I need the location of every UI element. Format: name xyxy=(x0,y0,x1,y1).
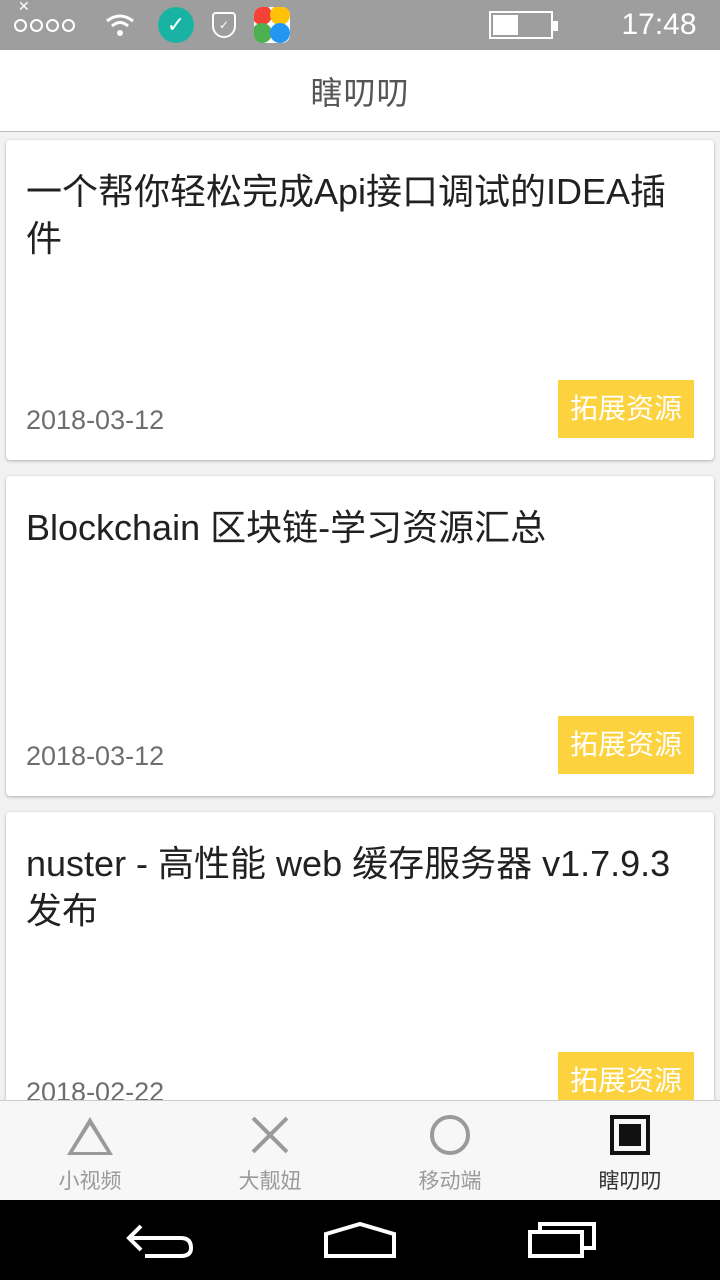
system-nav-bar xyxy=(0,1200,720,1280)
article-feed[interactable]: 一个帮你轻松完成Api接口调试的IDEA插件 2018-03-12 拓展资源 B… xyxy=(0,132,720,1100)
article-title[interactable]: Blockchain 区块链-学习资源汇总 xyxy=(26,504,696,551)
tab-girls[interactable]: 大靓妞 xyxy=(180,1101,360,1201)
square-icon xyxy=(606,1113,654,1159)
tag-button[interactable]: 拓展资源 xyxy=(557,380,694,438)
shield-icon: ✓ xyxy=(208,0,240,50)
app-header: 瞎叨叨 xyxy=(0,50,720,132)
circle-icon xyxy=(426,1113,474,1159)
article-card[interactable]: nuster - 高性能 web 缓存服务器 v1.7.9.3发布 2018-0… xyxy=(6,812,714,1100)
article-card[interactable]: Blockchain 区块链-学习资源汇总 2018-03-12 拓展资源 xyxy=(6,476,714,796)
article-date: 2018-03-12 xyxy=(26,405,165,435)
status-bar: ✕ ✓ ✓ 17:48 xyxy=(0,0,720,50)
article-card[interactable]: 一个帮你轻松完成Api接口调试的IDEA插件 2018-03-12 拓展资源 xyxy=(6,140,714,460)
recents-icon[interactable] xyxy=(512,1200,612,1280)
tab-label: 小视频 xyxy=(58,1169,122,1193)
app-icon xyxy=(252,0,292,50)
status-time: 17:48 xyxy=(621,8,697,41)
tag-button[interactable]: 拓展资源 xyxy=(557,1052,694,1100)
tag-button[interactable]: 拓展资源 xyxy=(557,716,694,774)
tab-label: 瞎叨叨 xyxy=(598,1169,662,1193)
article-date: 2018-03-12 xyxy=(26,741,165,771)
wifi-icon xyxy=(100,0,140,50)
article-title[interactable]: nuster - 高性能 web 缓存服务器 v1.7.9.3发布 xyxy=(26,840,696,934)
signal-icon: ✕ xyxy=(10,0,82,50)
page-title: 瞎叨叨 xyxy=(310,73,410,112)
check-badge-icon: ✓ xyxy=(156,0,196,50)
tab-label: 移动端 xyxy=(418,1169,482,1193)
cross-icon xyxy=(246,1113,294,1159)
article-date: 2018-02-22 xyxy=(26,1077,165,1100)
home-icon[interactable] xyxy=(310,1200,410,1280)
article-title[interactable]: 一个帮你轻松完成Api接口调试的IDEA插件 xyxy=(26,168,696,262)
battery-icon xyxy=(484,0,558,50)
tab-chatter[interactable]: 瞎叨叨 xyxy=(540,1101,720,1201)
tab-short-video[interactable]: 小视频 xyxy=(0,1101,180,1201)
tab-label: 大靓妞 xyxy=(238,1169,302,1193)
back-icon[interactable] xyxy=(110,1200,210,1280)
tab-mobile[interactable]: 移动端 xyxy=(360,1101,540,1201)
triangle-icon xyxy=(66,1113,114,1159)
bottom-nav: 小视频 大靓妞 移动端 瞎叨叨 xyxy=(0,1100,720,1200)
